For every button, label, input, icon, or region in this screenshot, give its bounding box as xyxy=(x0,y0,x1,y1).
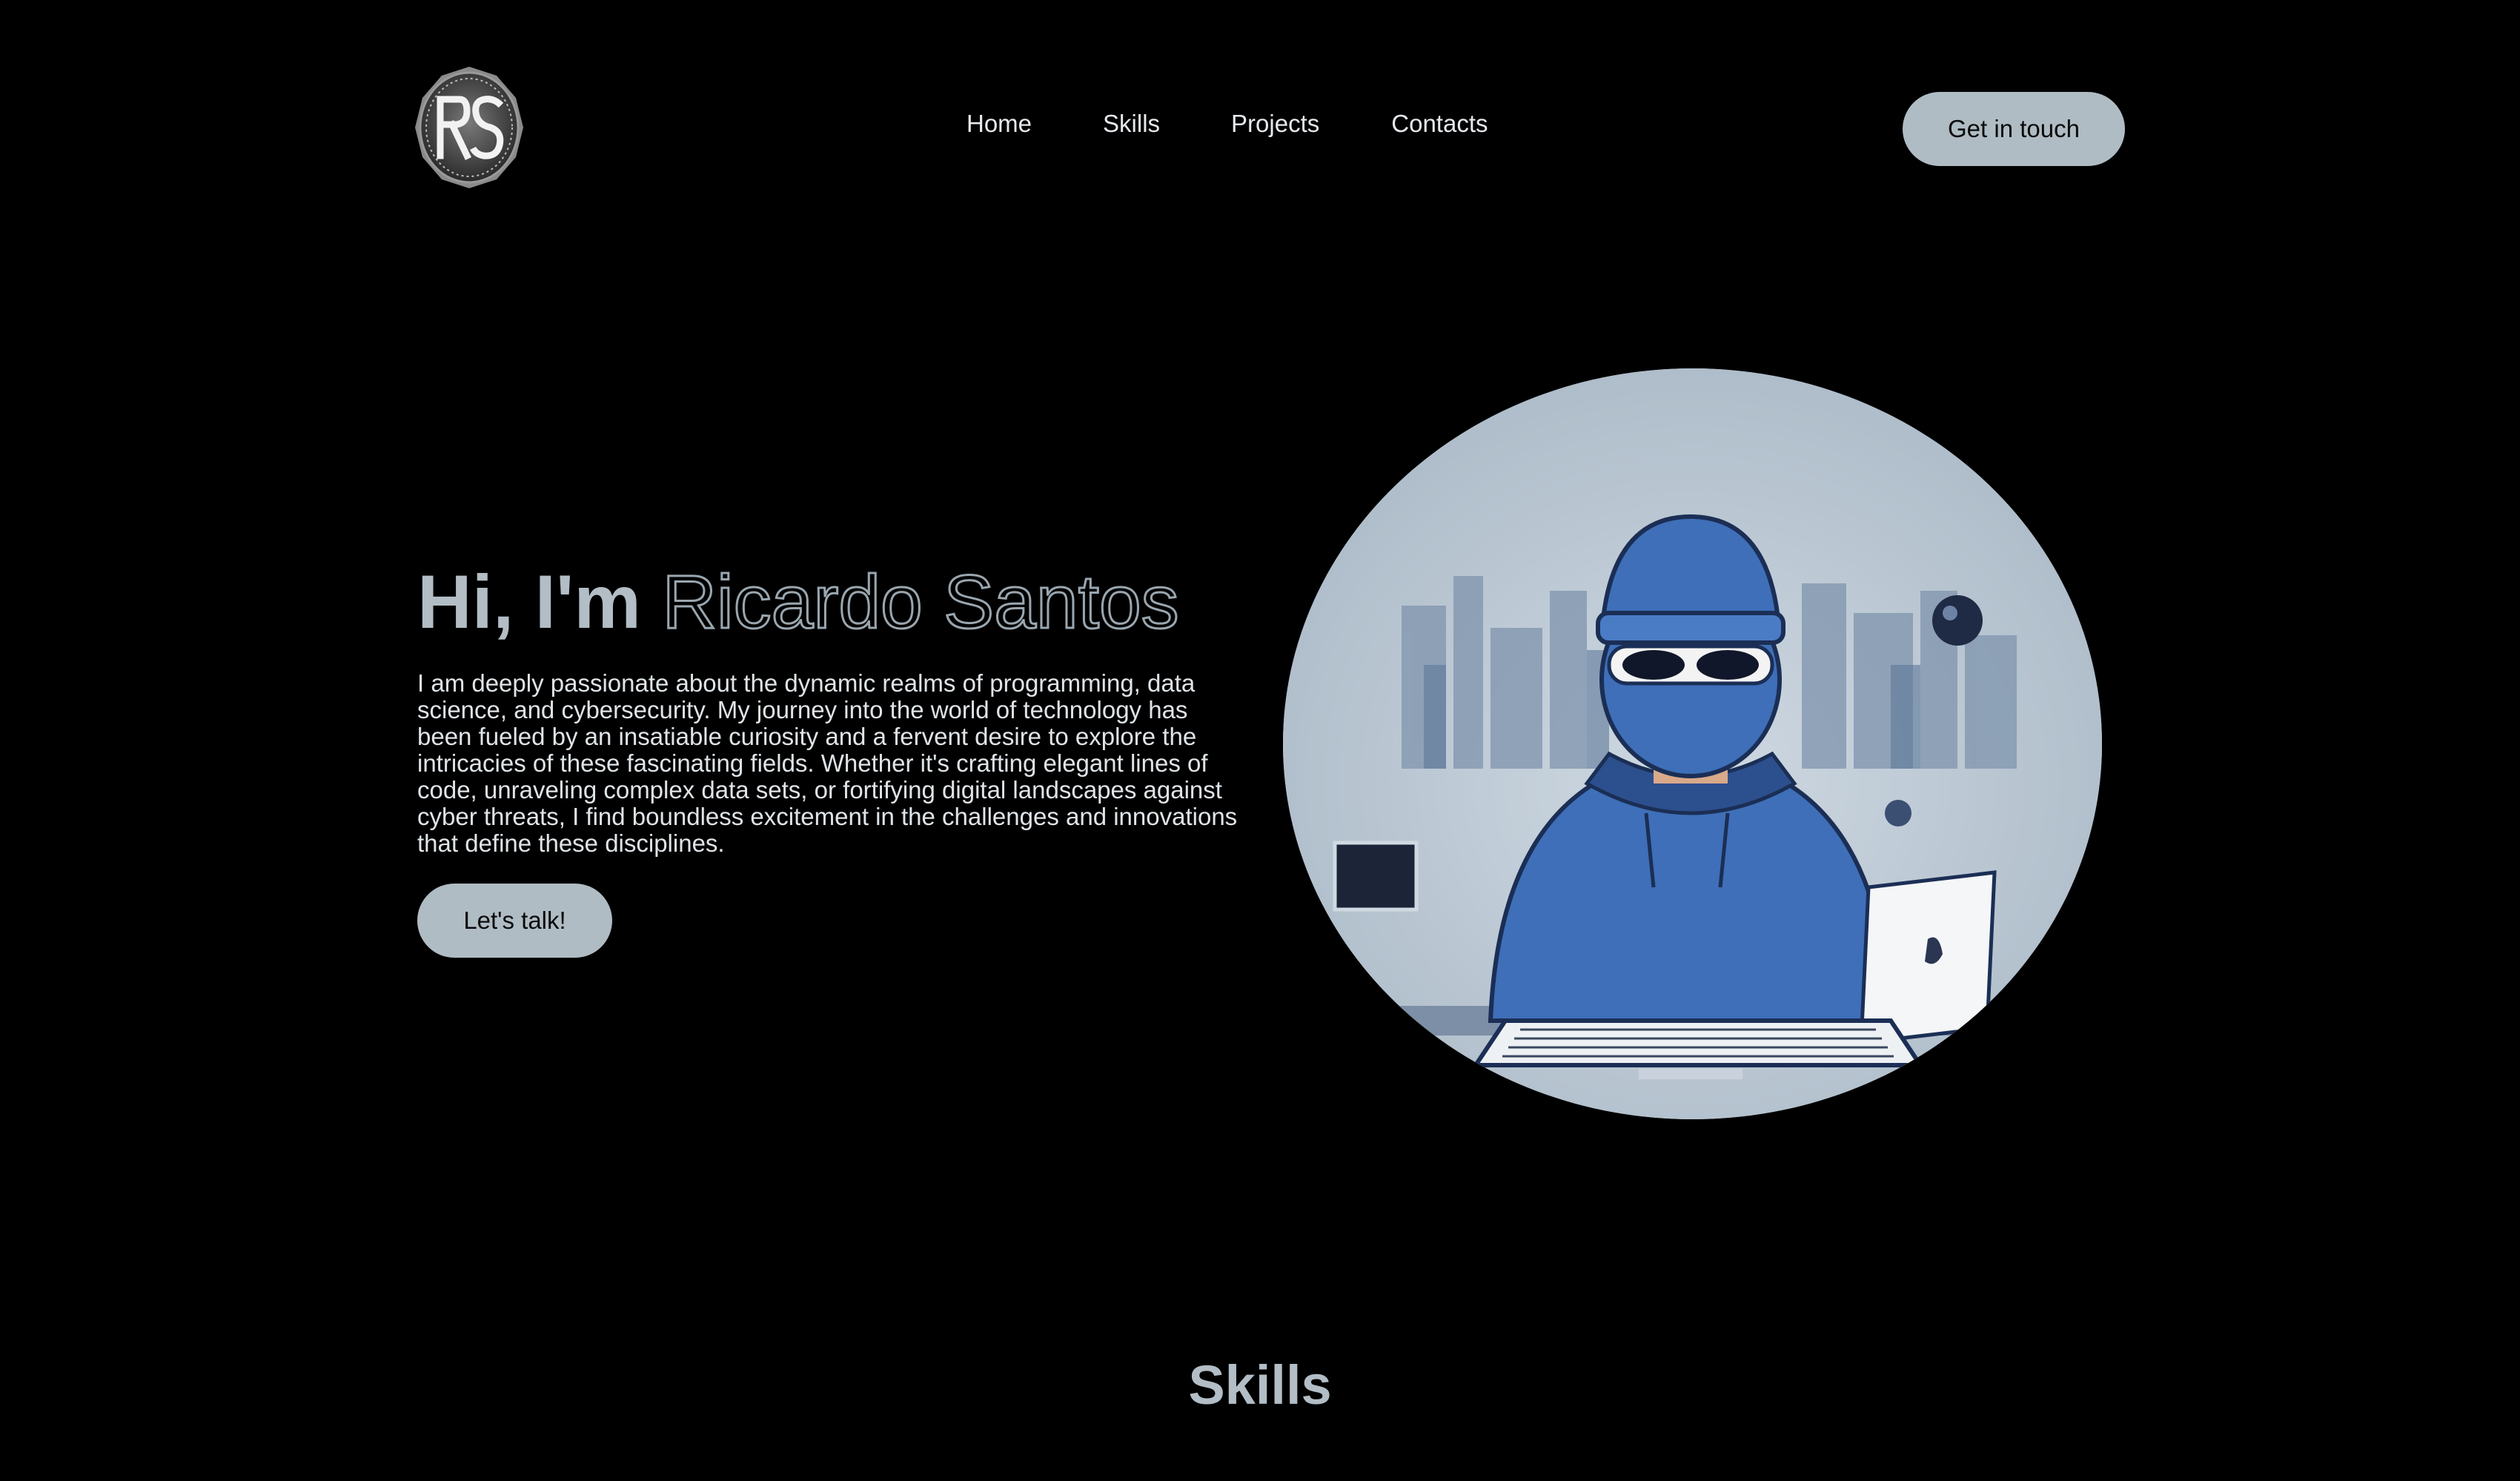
rs-logo-icon[interactable] xyxy=(414,65,525,190)
hero-greeting: Hi, I'm xyxy=(417,560,641,644)
page: Home Skills Projects Contacts Get in tou… xyxy=(0,0,2520,1481)
main-nav: Home Skills Projects Contacts xyxy=(966,110,1488,138)
nav-projects[interactable]: Projects xyxy=(1231,110,1319,138)
get-in-touch-button[interactable]: Get in touch xyxy=(1903,92,2125,166)
nav-home[interactable]: Home xyxy=(966,110,1032,138)
hero-title: Hi, I'm Ricardo Santos xyxy=(417,557,1180,646)
skills-section-title: Skills xyxy=(1188,1354,1332,1416)
lets-talk-button[interactable]: Let's talk! xyxy=(417,884,612,958)
nav-contacts[interactable]: Contacts xyxy=(1391,110,1488,138)
hero-illustration xyxy=(1283,368,2102,1119)
hero-name: Ricardo Santos xyxy=(661,559,1180,646)
nav-skills[interactable]: Skills xyxy=(1103,110,1160,138)
hero-description: I am deeply passionate about the dynamic… xyxy=(417,669,1238,857)
